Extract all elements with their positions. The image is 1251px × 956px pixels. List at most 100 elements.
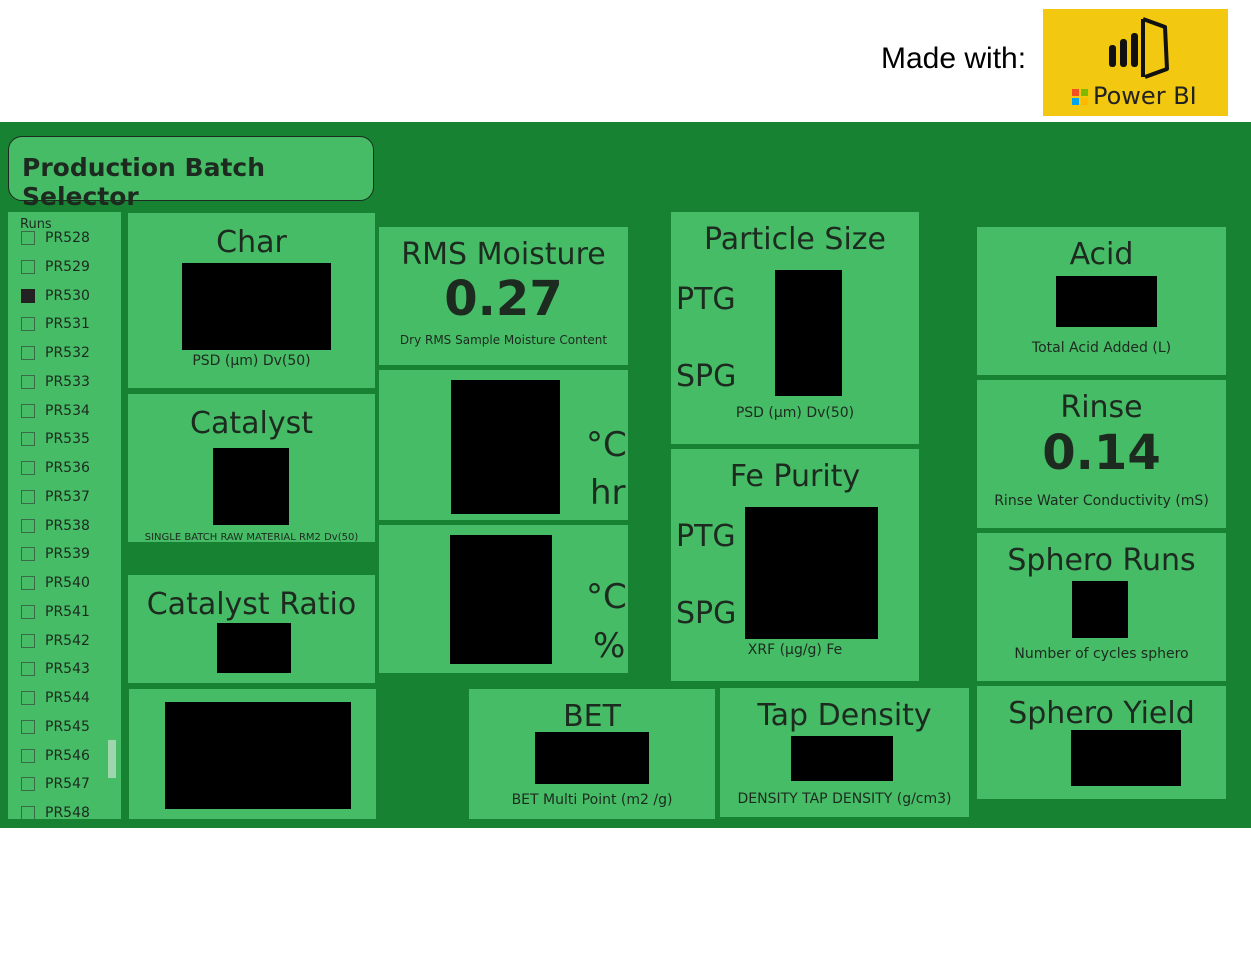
fe-purity-title: Fe Purity xyxy=(729,459,861,494)
power-bi-logo: Power BI xyxy=(1043,9,1228,116)
run-label: PR540 xyxy=(45,575,90,591)
run-checkbox[interactable] xyxy=(21,346,35,360)
acid-subtitle: Total Acid Added (L) xyxy=(1031,340,1172,356)
bet-title: BET xyxy=(563,699,621,734)
catalyst-ratio-card: Catalyst Ratio xyxy=(128,575,375,683)
char-card: Char PSD (μm) Dv(50) xyxy=(128,213,375,388)
fe-purity-card: Fe Purity PTG SPG XRF (μg/g) Fe xyxy=(671,449,919,681)
run-label: PR547 xyxy=(45,776,90,793)
runs-slicer[interactable]: Runs PR528 PR529 PR530 PR531 PR532 PR533 PR534… xyxy=(8,212,121,819)
run-label: PR546 xyxy=(45,747,90,764)
power-bi-text: Power BI xyxy=(1093,82,1197,110)
run-label: PR530 xyxy=(45,287,90,304)
run-checkbox[interactable] xyxy=(21,403,35,418)
run-label: PR537 xyxy=(45,488,90,505)
catalyst-title: Catalyst xyxy=(190,406,313,441)
run-checkbox[interactable] xyxy=(21,633,35,648)
run-label: PR532 xyxy=(45,345,90,361)
time-unit-label: hr xyxy=(590,473,626,513)
sphero-yield-card: Sphero Yield xyxy=(977,686,1226,799)
run-label: PR539 xyxy=(45,546,90,563)
particle-size-card: Particle Size PTG SPG PSD (μm) Dv(50) xyxy=(671,212,919,444)
run-checkbox[interactable] xyxy=(21,317,35,332)
sphero-yield-title: Sphero Yield xyxy=(1008,696,1195,731)
made-with-label: Made with: xyxy=(881,42,1027,75)
run-checkbox[interactable] xyxy=(21,806,35,819)
percent-unit-label: % xyxy=(593,626,626,666)
rms-moisture-card: RMS Moisture 0.27 Dry RMS Sample Moistur… xyxy=(379,227,628,365)
temp-pct-value-redacted xyxy=(450,535,552,664)
particle-size-ptg-label: PTG xyxy=(676,282,736,317)
rms-moisture-title: RMS Moisture xyxy=(401,237,606,272)
run-label: PR529 xyxy=(45,258,90,275)
particle-size-spg-label: SPG xyxy=(676,359,737,394)
catalyst-card: Catalyst SINGLE BATCH RAW MATERIAL RM2 D… xyxy=(128,394,375,543)
run-label: PR542 xyxy=(45,632,90,649)
run-checkbox[interactable] xyxy=(21,259,35,274)
rinse-value: 0.14 xyxy=(1042,425,1161,481)
rinse-title: Rinse xyxy=(1060,390,1143,425)
sphero-yield-value-redacted xyxy=(1071,730,1181,786)
run-checkbox[interactable] xyxy=(21,604,35,619)
run-label: PR538 xyxy=(45,517,90,534)
run-checkbox[interactable] xyxy=(21,489,35,504)
catalyst-subtitle: SINGLE BATCH RAW MATERIAL RM2 Dv(50) xyxy=(144,532,359,543)
selector-title: Production Batch Selector xyxy=(22,153,266,211)
sphero-runs-value-redacted xyxy=(1072,581,1128,638)
rinse-subtitle: Rinse Water Conductivity (mS) xyxy=(994,493,1209,509)
unlabeled-card xyxy=(129,689,376,819)
run-checkbox[interactable] xyxy=(21,691,35,705)
sphero-runs-title: Sphero Runs xyxy=(1007,543,1196,578)
run-checkbox[interactable] xyxy=(21,662,35,677)
run-label: PR541 xyxy=(45,603,90,620)
tap-density-title: Tap Density xyxy=(757,698,932,733)
run-checkbox[interactable] xyxy=(21,461,35,475)
catalyst-ratio-title: Catalyst Ratio xyxy=(146,587,357,622)
production-batch-selector[interactable]: Production Batch Selector xyxy=(8,136,374,211)
run-checkbox[interactable] xyxy=(21,547,35,562)
run-label: PR548 xyxy=(45,805,90,819)
run-checkbox[interactable] xyxy=(21,288,35,303)
run-checkbox[interactable] xyxy=(21,231,35,245)
temp-unit-label-2: °C xyxy=(586,577,627,617)
run-label: PR528 xyxy=(45,230,90,246)
slicer-scrollbar[interactable] xyxy=(108,740,116,778)
particle-size-subtitle: PSD (μm) Dv(50) xyxy=(735,405,855,421)
run-checkbox[interactable] xyxy=(21,576,35,590)
unlabeled-value-redacted xyxy=(165,702,351,809)
fe-purity-subtitle: XRF (μg/g) Fe xyxy=(747,642,843,658)
catalyst-ratio-value-redacted xyxy=(217,623,291,673)
char-subtitle: PSD (μm) Dv(50) xyxy=(192,353,311,369)
run-checkbox[interactable] xyxy=(21,748,35,763)
rinse-card: Rinse 0.14 Rinse Water Conductivity (mS) xyxy=(977,380,1226,528)
bet-subtitle: BET Multi Point (m2 /g) xyxy=(511,792,673,808)
run-checkbox[interactable] xyxy=(21,518,35,533)
run-label: PR543 xyxy=(45,661,90,678)
tap-density-subtitle: DENSITY TAP DENSITY (g/cm3) xyxy=(737,791,952,807)
run-checkbox[interactable] xyxy=(21,432,35,447)
rms-moisture-subtitle: Dry RMS Sample Moisture Content xyxy=(399,333,608,347)
dashboard-canvas: Production Batch Selector Runs PR528 PR52… xyxy=(0,122,1251,828)
acid-card: Acid Total Acid Added (L) xyxy=(977,227,1226,375)
run-label: PR544 xyxy=(45,690,90,706)
run-checkbox[interactable] xyxy=(21,777,35,792)
run-label: PR534 xyxy=(45,402,90,419)
char-value-redacted xyxy=(182,263,331,350)
power-bi-icon xyxy=(1109,17,1169,79)
particle-size-title: Particle Size xyxy=(704,222,886,257)
fe-purity-ptg-label: PTG xyxy=(676,519,736,554)
temp-unit-label: °C xyxy=(586,425,627,465)
run-checkbox[interactable] xyxy=(21,719,35,734)
tap-density-value-redacted xyxy=(791,736,893,781)
particle-size-value-redacted xyxy=(775,270,842,396)
sphero-runs-subtitle: Number of cycles sphero xyxy=(1014,646,1189,662)
char-title: Char xyxy=(216,225,287,260)
run-label: PR535 xyxy=(45,431,90,448)
tap-density-card: Tap Density DENSITY TAP DENSITY (g/cm3) xyxy=(720,688,969,817)
microsoft-icon xyxy=(1072,89,1088,105)
acid-title: Acid xyxy=(1069,237,1134,272)
run-checkbox[interactable] xyxy=(21,374,35,389)
fe-purity-value-redacted xyxy=(745,507,878,639)
bet-value-redacted xyxy=(535,732,649,784)
run-label: PR533 xyxy=(45,373,90,390)
